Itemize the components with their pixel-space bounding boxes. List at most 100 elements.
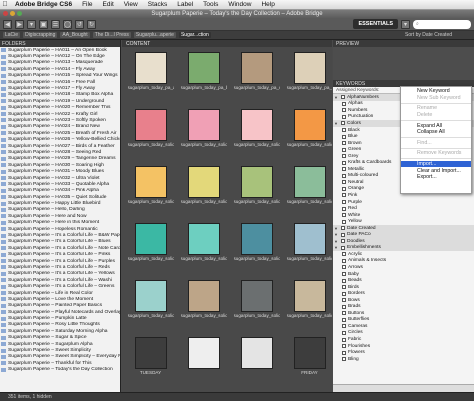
thumbnail[interactable]: sugarplum_today_solids_s3.jpg bbox=[233, 109, 280, 159]
menu-tools[interactable]: Tools bbox=[198, 1, 223, 8]
folder-item[interactable]: Sugarplum Paperie – It's a Colorful Life… bbox=[0, 245, 120, 251]
apple-icon[interactable]:  bbox=[0, 1, 10, 8]
folder-item[interactable]: Sugarplum Paperie – HA025 – Breath of Fr… bbox=[0, 130, 120, 136]
disclosure-triangle-icon[interactable]: ▼ bbox=[334, 245, 339, 250]
keyword-checkbox[interactable] bbox=[342, 167, 346, 172]
keyword-checkbox[interactable] bbox=[341, 95, 345, 100]
keyword-checkbox[interactable] bbox=[342, 324, 346, 329]
folder-item[interactable]: Sugarplum Paperie – HA031 – Moody Blues bbox=[0, 168, 120, 174]
keyword-checkbox[interactable] bbox=[342, 304, 346, 309]
zoom-window-button[interactable] bbox=[17, 11, 22, 16]
thumbnail[interactable]: sugarplum_today_solids_s16.jpg bbox=[286, 280, 332, 330]
thumbnail[interactable]: sugarplum_today_solids_s9.jpg bbox=[127, 223, 174, 273]
keyword-checkbox[interactable] bbox=[342, 278, 346, 283]
disclosure-triangle-icon[interactable]: ▼ bbox=[334, 121, 339, 126]
folder-item[interactable]: Sugarplum Paperie – HA013 – Masquerade bbox=[0, 60, 120, 66]
breadcrumb-lacie[interactable]: LaCie bbox=[3, 32, 21, 38]
context-menu-item[interactable]: Import... bbox=[401, 160, 471, 168]
folder-item[interactable]: Sugarplum Paperie – HA035 – Quiet Solitu… bbox=[0, 194, 120, 200]
recent-folder-icon[interactable]: ▾ bbox=[27, 19, 36, 29]
folder-item[interactable]: Sugarplum Paperie – It's a Colorful Life… bbox=[0, 252, 120, 258]
folder-item[interactable]: Sugarplum Paperie – Today's the Day Coll… bbox=[0, 367, 120, 373]
thumbnail[interactable] bbox=[180, 337, 227, 378]
app-menu[interactable]: Adobe Bridge CS6 bbox=[10, 1, 77, 8]
folder-item[interactable]: Sugarplum Paperie – HA011 – An Open Book bbox=[0, 47, 120, 53]
thumbnail[interactable]: sugarplum_today_pa_a.jpg bbox=[127, 52, 174, 102]
keyword-checkbox[interactable] bbox=[342, 357, 346, 362]
folder-item[interactable]: Sugarplum Paperie – It's a Colorful Life… bbox=[0, 239, 120, 245]
keyword-checkbox[interactable] bbox=[342, 258, 346, 263]
thumbnail[interactable]: sugarplum_today_solids_s6.jpg bbox=[180, 166, 227, 216]
folder-item[interactable]: Sugarplum Paperie – HA023 – Softly Spoke… bbox=[0, 117, 120, 123]
thumbnail[interactable]: sugarplum_today_solids_s4.jpg bbox=[286, 109, 332, 159]
thumbnail[interactable]: FRIDAY bbox=[286, 337, 332, 378]
thumbnail[interactable] bbox=[233, 337, 280, 378]
thumbnail[interactable]: sugarplum_today_solids_s10.jpg bbox=[180, 223, 227, 273]
keyword-checkbox[interactable] bbox=[342, 180, 346, 185]
folder-item[interactable]: Sugarplum Paperie – It's a Colorful Life… bbox=[0, 271, 120, 277]
thumbnail[interactable]: sugarplum_today_pa_b.jpg bbox=[180, 52, 227, 102]
keyword-checkbox[interactable] bbox=[341, 226, 345, 231]
keyword-checkbox[interactable] bbox=[342, 298, 346, 303]
keyword-checkbox[interactable] bbox=[341, 121, 345, 126]
refine-icon[interactable]: ☰ bbox=[51, 19, 60, 29]
rotate-right-icon[interactable]: ↻ bbox=[87, 19, 96, 29]
menu-edit[interactable]: Edit bbox=[98, 1, 119, 8]
breadcrumb-aa-bought[interactable]: AA_Bought bbox=[60, 32, 90, 38]
workspace-dropdown-icon[interactable]: ▾ bbox=[401, 19, 410, 29]
thumbnail[interactable]: sugarplum_today_solids_s15.jpg bbox=[233, 280, 280, 330]
keyword-checkbox[interactable] bbox=[342, 272, 346, 277]
folder-item[interactable]: Sugarplum Paperie – HA018 – Stamp Box Al… bbox=[0, 92, 120, 98]
breadcrumb-digital-press[interactable]: The Di...l Press bbox=[92, 32, 131, 38]
workspace-essentials-tab[interactable]: ESSENTIALS bbox=[353, 19, 398, 29]
thumbnail[interactable]: sugarplum_today_solids_s13.jpg bbox=[127, 280, 174, 330]
keyword-checkbox[interactable] bbox=[342, 219, 346, 224]
keyword-checkbox[interactable] bbox=[342, 350, 346, 355]
keyword-item[interactable]: Bling bbox=[333, 356, 474, 363]
thumbnail[interactable]: sugarplum_today_solids_s11.jpg bbox=[233, 223, 280, 273]
menu-help[interactable]: Help bbox=[256, 1, 279, 8]
disclosure-triangle-icon[interactable]: ▼ bbox=[334, 239, 339, 244]
menu-window[interactable]: Window bbox=[223, 1, 256, 8]
menu-stacks[interactable]: Stacks bbox=[143, 1, 173, 8]
keyword-checkbox[interactable] bbox=[342, 311, 346, 316]
folder-item[interactable]: Sugarplum Paperie – It's a Colorful Life… bbox=[0, 232, 120, 238]
keyword-checkbox[interactable] bbox=[342, 200, 346, 205]
context-menu-item[interactable]: Collapse All bbox=[401, 129, 471, 136]
disclosure-triangle-icon[interactable]: ▼ bbox=[334, 95, 339, 100]
forward-arrow-icon[interactable]: ▶ bbox=[15, 19, 24, 29]
keyword-checkbox[interactable] bbox=[342, 173, 346, 178]
keyword-checkbox[interactable] bbox=[342, 337, 346, 342]
folder-item[interactable]: Sugarplum Paperie – HA033 – Quotable Alp… bbox=[0, 181, 120, 187]
thumbnail[interactable]: sugarplum_today_solids_s1.jpg bbox=[127, 109, 174, 159]
thumbnail[interactable]: sugarplum_today_pa_c.jpg bbox=[233, 52, 280, 102]
folder-item[interactable]: Sugarplum Paperie – It's a Colorful Life… bbox=[0, 264, 120, 270]
keyword-checkbox[interactable] bbox=[342, 141, 346, 146]
menu-label[interactable]: Label bbox=[172, 1, 198, 8]
open-in-camera-raw-icon[interactable]: ◯ bbox=[63, 19, 72, 29]
keyword-checkbox[interactable] bbox=[342, 213, 346, 218]
keyword-checkbox[interactable] bbox=[342, 128, 346, 132]
sort-dropdown[interactable]: Sort by Date Created bbox=[405, 32, 474, 38]
breadcrumb-digiscrapping[interactable]: Digiscrapping bbox=[23, 32, 58, 38]
camera-download-icon[interactable]: ▣ bbox=[39, 19, 48, 29]
keyword-checkbox[interactable] bbox=[342, 330, 346, 335]
context-menu-item[interactable]: Clear and Import... bbox=[401, 167, 471, 174]
thumbnail[interactable]: sugarplum_today_solids_s14.jpg bbox=[180, 280, 227, 330]
folder-item[interactable]: Sugarplum Paperie – HA027 – Birds of a F… bbox=[0, 143, 120, 149]
search-input[interactable]: ⌕ bbox=[413, 19, 471, 29]
thumbnail[interactable]: sugarplum_today_solids_s5.jpg bbox=[127, 166, 174, 216]
keyword-checkbox[interactable] bbox=[342, 154, 346, 159]
keyword-checkbox[interactable] bbox=[342, 291, 346, 296]
folder-item[interactable]: Sugarplum Paperie – HA029 – Tangerine Dr… bbox=[0, 156, 120, 162]
minimize-window-button[interactable] bbox=[10, 11, 15, 16]
thumbnail[interactable]: sugarplum_today_solids_s2.jpg bbox=[180, 109, 227, 159]
context-menu-item[interactable]: New Keyword bbox=[401, 88, 471, 95]
thumbnail[interactable]: sugarplum_today_solids_s8.jpg bbox=[286, 166, 332, 216]
folder-item[interactable]: Sugarplum Paperie – It's a Colorful Life… bbox=[0, 277, 120, 283]
keyword-checkbox[interactable] bbox=[342, 344, 346, 349]
folder-item[interactable]: Sugarplum Paperie – It's a Colorful Life… bbox=[0, 283, 120, 289]
keyword-checkbox[interactable] bbox=[341, 239, 345, 244]
context-menu-item[interactable]: Export... bbox=[401, 174, 471, 181]
breadcrumb-sugarplum-paperie[interactable]: Sugarplu...aperie bbox=[133, 32, 176, 38]
